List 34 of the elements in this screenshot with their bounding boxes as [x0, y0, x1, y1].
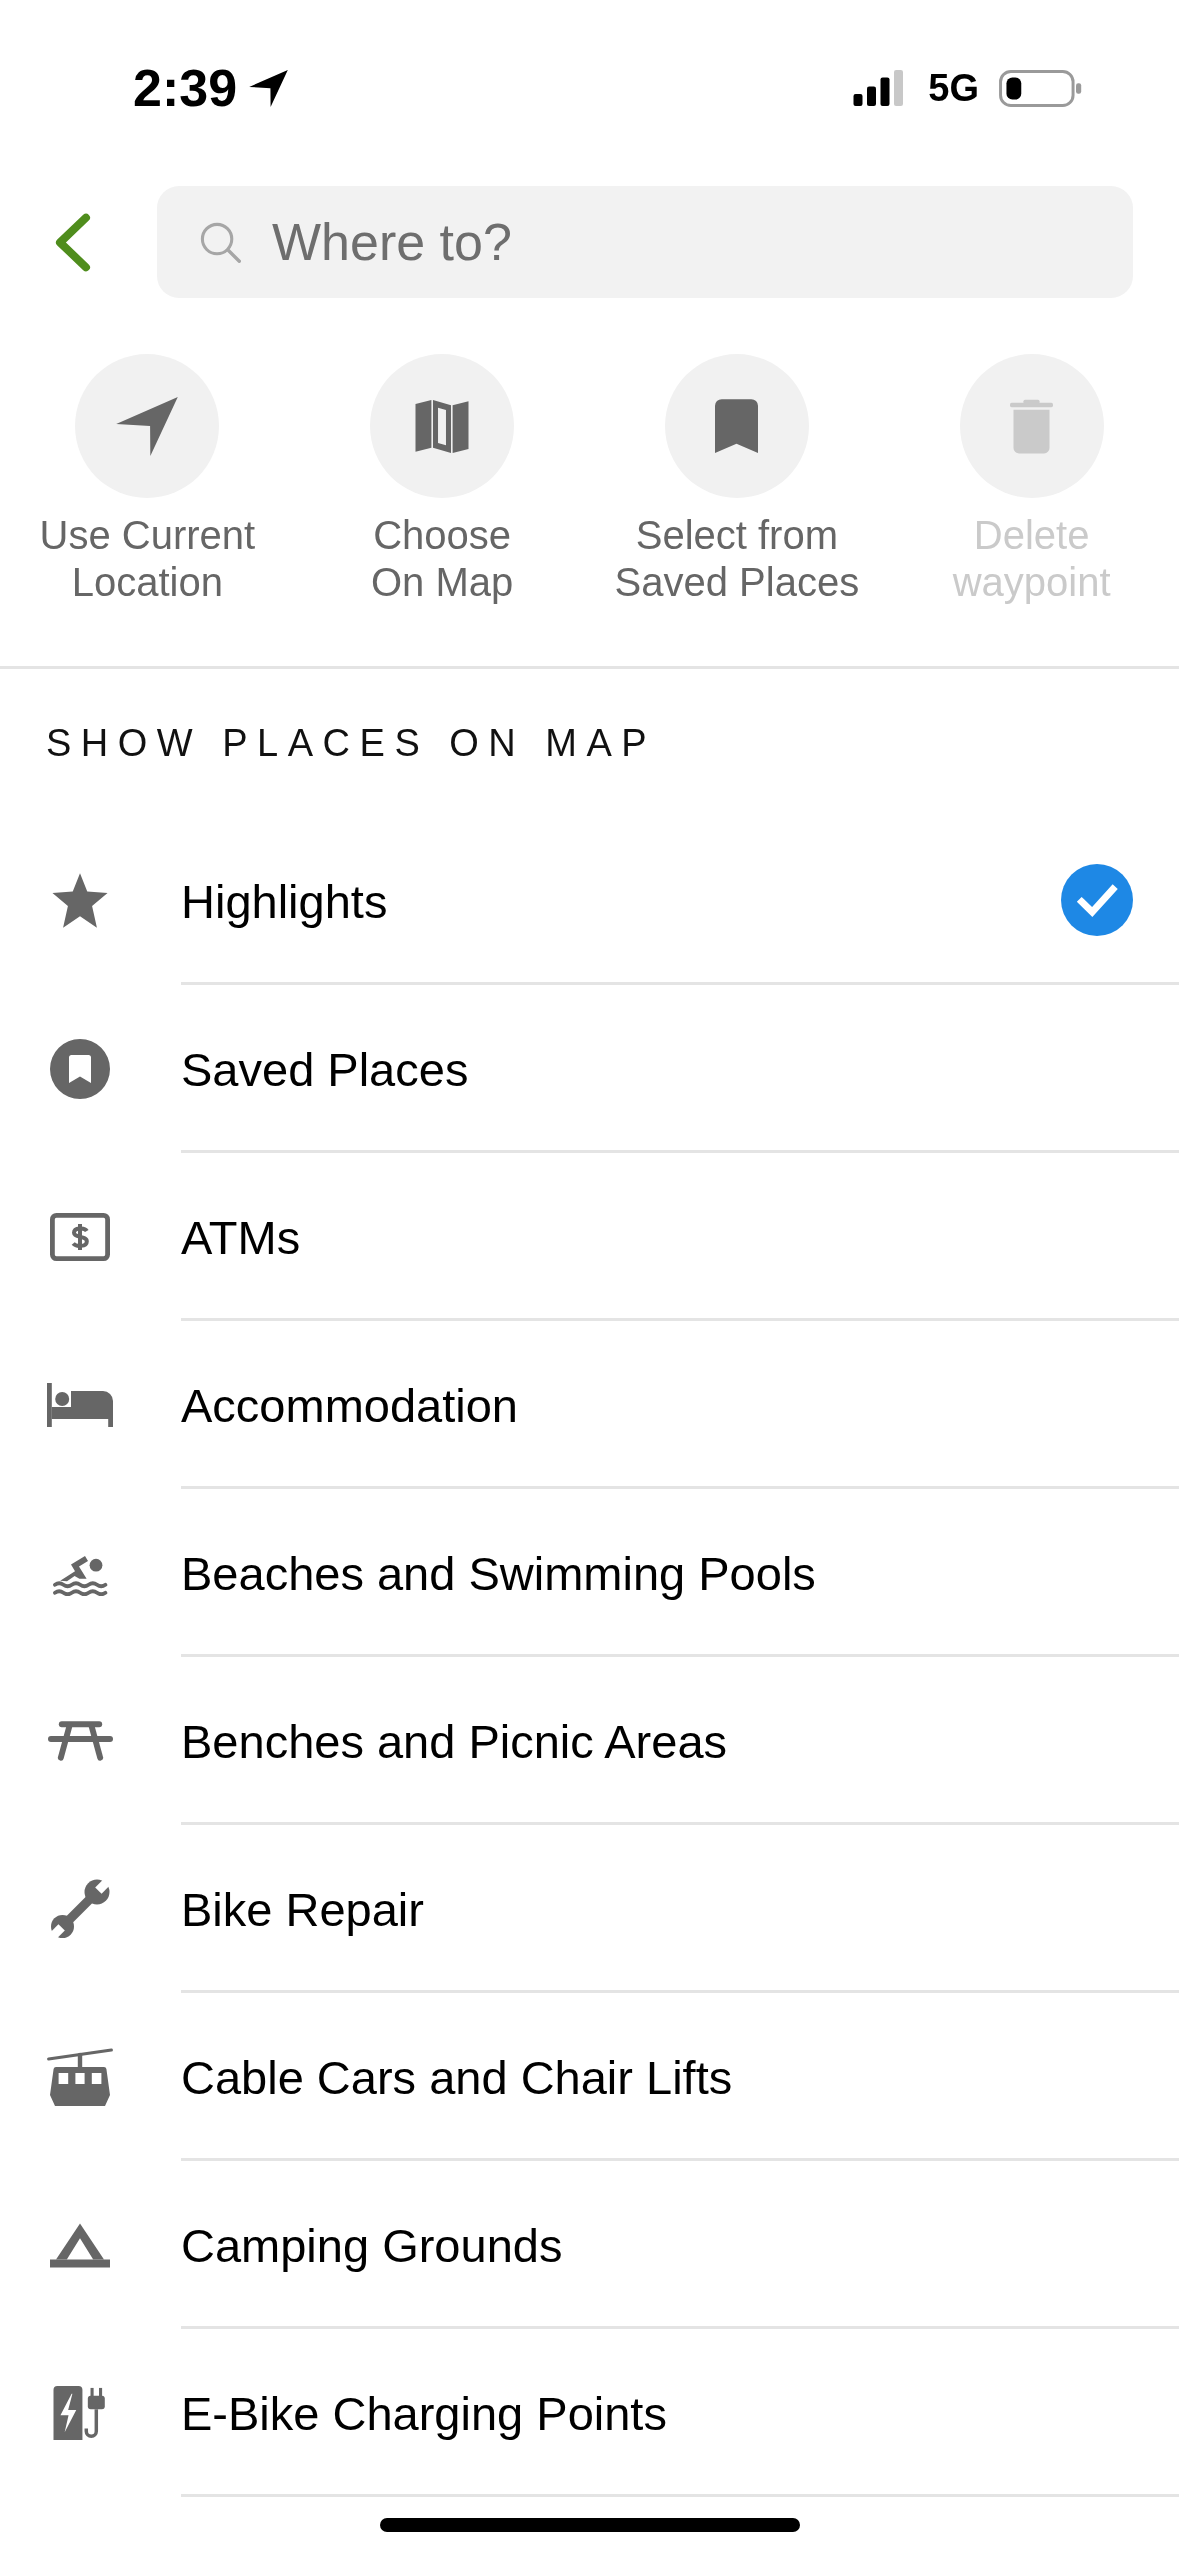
action-label: Use Current Location	[39, 512, 256, 606]
category-label[interactable]: Camping Grounds	[181, 2213, 563, 2274]
action-label: Choose On Map	[370, 512, 514, 606]
location-arrow-icon	[249, 69, 289, 107]
dollar-bill-icon	[50, 1213, 110, 1261]
category-label[interactable]: ATMs	[181, 1205, 301, 1266]
charging-station-icon	[52, 2386, 108, 2440]
section-title: SHOW PLACES ON MAP	[45, 720, 658, 766]
star-icon	[51, 873, 109, 929]
category-label[interactable]: Bike Repair	[181, 1877, 424, 1938]
category-label[interactable]: Saved Places	[181, 1037, 469, 1098]
search-icon	[200, 222, 241, 263]
battery-icon	[999, 69, 1082, 107]
network-type: 5G	[928, 69, 979, 107]
wrench-icon	[50, 1879, 110, 1939]
navigation-arrow-icon	[116, 396, 179, 456]
category-label[interactable]: Highlights	[181, 869, 388, 930]
status-time: 2:39	[133, 62, 238, 114]
chevron-left-icon	[54, 212, 92, 272]
folded-map-icon	[415, 399, 470, 453]
action-label: Select from Saved Places	[614, 512, 860, 606]
bookmark-icon	[715, 399, 759, 453]
bed-icon	[47, 1383, 113, 1427]
cable-car-icon	[47, 2047, 113, 2107]
trash-icon	[1010, 398, 1054, 454]
picnic-table-icon	[47, 1721, 113, 1761]
category-label[interactable]: Cable Cars and Chair Lifts	[181, 2045, 733, 2106]
tent-icon	[50, 2222, 110, 2268]
search-field[interactable]: Where to?	[157, 186, 1133, 298]
category-label[interactable]: Beaches and Swimming Pools	[181, 1541, 816, 1602]
category-label[interactable]: E-Bike Charging Points	[181, 2381, 667, 2442]
category-label[interactable]: Accommodation	[181, 1373, 518, 1434]
back-button[interactable]	[54, 212, 92, 272]
category-label[interactable]: Benches and Picnic Areas	[181, 1709, 728, 1770]
